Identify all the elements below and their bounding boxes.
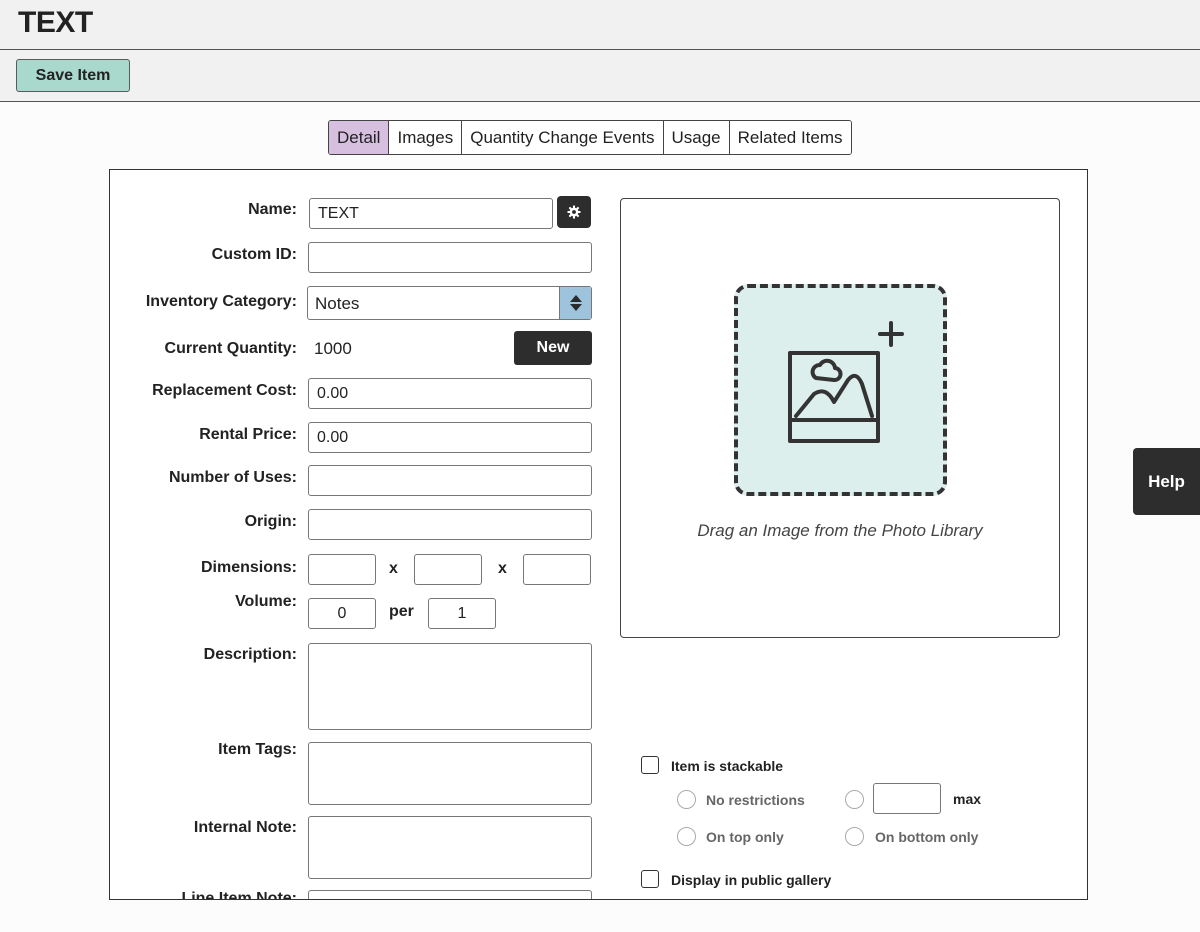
max-label: max — [953, 791, 982, 807]
max-radio[interactable] — [845, 790, 864, 809]
no-restrictions-radio[interactable] — [677, 790, 696, 809]
origin-label: Origin: — [244, 513, 297, 530]
inventory-category-label: Inventory Category: — [145, 293, 297, 310]
rental-price-label: Rental Price: — [199, 426, 297, 443]
replacement-cost-input[interactable] — [308, 378, 592, 409]
save-item-button[interactable]: Save Item — [16, 59, 130, 92]
tab-quantity-change-events[interactable]: Quantity Change Events — [462, 121, 664, 154]
gear-icon — [567, 205, 581, 219]
name-settings-button[interactable] — [557, 196, 591, 228]
stackable-label: Item is stackable — [671, 758, 784, 774]
image-dropzone[interactable] — [734, 284, 947, 496]
volume-per-input[interactable] — [428, 598, 496, 629]
dimensions-label: Dimensions: — [200, 559, 297, 576]
inventory-category-value: Notes — [315, 294, 360, 313]
current-quantity-value: 1000 — [314, 339, 352, 358]
name-input[interactable] — [309, 198, 553, 229]
dimension-separator: x — [389, 560, 398, 577]
toolbar: Save Item — [0, 50, 1200, 102]
top-only-label: On top only — [706, 829, 784, 845]
rental-price-input[interactable] — [308, 422, 592, 453]
tab-usage[interactable]: Usage — [663, 121, 730, 154]
tab-detail[interactable]: Detail — [329, 121, 390, 154]
dimension-length-input[interactable] — [308, 554, 376, 585]
new-quantity-button[interactable]: New — [514, 331, 592, 365]
tab-bar: Detail Images Quantity Change Events Usa… — [328, 120, 852, 155]
add-image-icon — [788, 321, 904, 443]
max-stack-input[interactable] — [873, 783, 941, 814]
no-restrictions-label: No restrictions — [706, 792, 805, 808]
detail-panel: Name: Custom ID: Inventory Category: Not… — [109, 169, 1088, 900]
number-of-uses-input[interactable] — [308, 465, 592, 496]
tab-images[interactable]: Images — [389, 121, 463, 154]
public-gallery-label: Display in public gallery — [671, 872, 832, 888]
dimension-width-input[interactable] — [414, 554, 482, 585]
drop-image-hint: Drag an Image from the Photo Library — [697, 521, 983, 540]
bottom-only-label: On bottom only — [875, 829, 979, 845]
title-bar: TEXT — [0, 0, 1200, 50]
dimension-separator: x — [498, 560, 507, 577]
line-item-note-textarea[interactable] — [308, 890, 592, 899]
description-label: Description: — [203, 646, 297, 663]
internal-note-textarea[interactable] — [308, 816, 592, 879]
line-item-note-label: Line Item Note: — [181, 890, 297, 900]
stackable-checkbox[interactable] — [641, 756, 659, 774]
image-drop-area[interactable]: Drag an Image from the Photo Library — [620, 198, 1060, 638]
current-quantity-label: Current Quantity: — [164, 340, 297, 357]
description-textarea[interactable] — [308, 643, 592, 730]
origin-input[interactable] — [308, 509, 592, 540]
bottom-only-radio[interactable] — [845, 827, 864, 846]
help-button[interactable]: Help — [1133, 448, 1200, 515]
public-gallery-checkbox[interactable] — [641, 870, 659, 888]
replacement-cost-label: Replacement Cost: — [152, 382, 297, 399]
page-title: TEXT — [18, 6, 93, 39]
volume-per-label: per — [389, 603, 414, 620]
number-of-uses-label: Number of Uses: — [168, 469, 297, 486]
volume-label: Volume: — [235, 593, 297, 610]
item-tags-textarea[interactable] — [308, 742, 592, 805]
name-label: Name: — [248, 201, 297, 218]
custom-id-label: Custom ID: — [211, 246, 297, 263]
inventory-category-select[interactable]: Notes — [307, 286, 592, 320]
top-only-radio[interactable] — [677, 827, 696, 846]
custom-id-input[interactable] — [308, 242, 592, 273]
tab-related-items[interactable]: Related Items — [729, 121, 851, 154]
internal-note-label: Internal Note: — [193, 819, 297, 836]
select-arrows-icon — [559, 287, 591, 319]
dimension-height-input[interactable] — [523, 554, 591, 585]
item-tags-label: Item Tags: — [218, 741, 297, 758]
volume-input[interactable] — [308, 598, 376, 629]
